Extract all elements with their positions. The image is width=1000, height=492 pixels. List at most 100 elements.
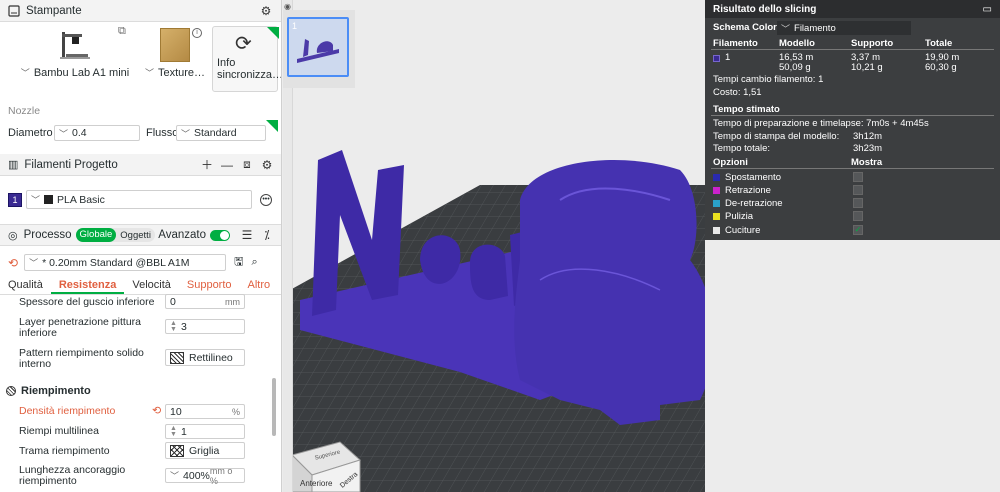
collapse-icon[interactable]: ▭ (983, 4, 992, 15)
printer-icon (8, 4, 20, 17)
print-time-value: 3h12m (853, 131, 883, 142)
filament-swatch (713, 55, 720, 62)
infill-pattern-select[interactable]: Griglia (165, 442, 245, 459)
density-label: Densità riempimento (19, 405, 116, 417)
sync-label-1: Info (217, 57, 236, 69)
info-icon[interactable]: i (192, 28, 202, 38)
grid-pattern-icon (170, 444, 184, 457)
model-figure (514, 160, 705, 425)
prep-time: Tempo di preparazione e timelapse: 7m0s … (713, 118, 929, 129)
compare-icon[interactable]: ⁒ (260, 228, 274, 242)
printer-row: ﹀ Bambu Lab A1 mini ⧉ ﹀ Texture… i ⟳ Info … (0, 22, 282, 132)
sync-filament-icon[interactable]: ⧈ (240, 157, 254, 172)
density-input[interactable]: 10% (165, 404, 245, 419)
filament-row: 1 ﹀ PLA Basic ••• (8, 190, 272, 209)
travel-checkbox[interactable] (853, 172, 863, 182)
process-title: Processo (23, 229, 72, 241)
retraction-checkbox[interactable] (853, 185, 863, 195)
search-icon[interactable]: ⌕ (251, 256, 257, 269)
total-time-value: 3h23m (853, 143, 883, 154)
time-title: Tempo stimato (713, 104, 780, 115)
rectilinear-pattern-icon (170, 351, 184, 364)
wipe-checkbox[interactable] (853, 211, 863, 221)
filament-changes: Tempi cambio filamento: 1 (713, 74, 824, 85)
list-icon[interactable]: ☰ (240, 228, 254, 242)
advanced-toggle[interactable] (210, 229, 230, 241)
global-objects-switch[interactable]: Globale Oggetti (75, 228, 155, 242)
3d-viewport[interactable]: Superiore Anteriore Destra (293, 0, 705, 492)
tab-speed[interactable]: Velocità (124, 277, 179, 294)
color-scheme-label: Schema Colore (713, 22, 783, 33)
seams-checkbox[interactable]: ✓ (853, 225, 863, 235)
more-options-icon[interactable]: ••• (260, 193, 272, 206)
tab-quality[interactable]: Qualità (0, 277, 51, 294)
textured-plate-icon (160, 28, 190, 62)
show-label: Mostra (851, 157, 883, 168)
add-icon[interactable]: ＋ (200, 158, 214, 172)
sync-corner-marker (267, 27, 279, 39)
tab-support[interactable]: Supporto (179, 277, 240, 294)
color-scheme-select[interactable]: ﹀ Filamento (777, 21, 911, 35)
col-model: Modello (779, 38, 815, 49)
options-label: Opzioni (713, 157, 748, 168)
paint-layers-stepper[interactable]: ▲ ▼ 3 (165, 319, 245, 334)
multiline-label: Riempi multilinea (19, 425, 99, 437)
printer-section-header: Stampante ⚙ (0, 0, 281, 22)
plate-card[interactable]: ﹀ Texture… i (142, 26, 208, 92)
process-profile-select[interactable]: ﹀ * 0.20mm Standard @BBL A1M (24, 254, 227, 271)
seams-swatch (713, 227, 720, 234)
advanced-label: Avanzato (158, 229, 206, 241)
filament-index-badge[interactable]: 1 (8, 192, 22, 207)
cube-front-label: Anteriore (300, 479, 333, 488)
filament-icon: ▥ (8, 159, 19, 171)
col-total: Totale (925, 38, 953, 49)
diameter-label: Diametro (8, 127, 53, 139)
total-time-label: Tempo totale: (713, 143, 771, 154)
gear-icon[interactable]: ⚙ (259, 4, 273, 18)
wipe-swatch (713, 213, 720, 220)
multiline-stepper[interactable]: ▲ ▼ 1 (165, 424, 245, 439)
reset-icon[interactable]: ⟲ (8, 256, 18, 270)
anchor-length-select[interactable]: ﹀ 400% mm o % (165, 466, 245, 486)
tab-other[interactable]: Altro (240, 277, 279, 294)
edit-icon[interactable]: ⧉ (118, 25, 126, 38)
sync-icon: ⟳ (235, 33, 252, 55)
filament-select[interactable]: ﹀ PLA Basic (26, 190, 252, 209)
objects-option[interactable]: Oggetti (116, 230, 155, 241)
process-section-header: ◎ Processo Globale Oggetti Avanzato ☰ ⁒ (0, 224, 281, 246)
model-letter-a (470, 244, 508, 300)
anchor-length-label: Lunghezza ancoraggio riempimento (19, 464, 126, 487)
paint-layers-label: Layer penetrazione pittura inferiore (19, 316, 141, 339)
print-time-label: Tempo di stampa del modello: (713, 131, 840, 142)
travel-swatch (713, 174, 720, 181)
remove-icon[interactable]: — (220, 158, 234, 172)
bottom-shell-input[interactable]: 0 mm (165, 294, 245, 309)
settings-scrollbar[interactable] (272, 378, 276, 436)
printer-section-title: Stampante (26, 4, 82, 17)
density-reset-icon[interactable]: ⟲ (152, 404, 161, 417)
diameter-select[interactable]: ﹀ 0.4 (54, 125, 140, 141)
model-weight: 50,09 g (779, 62, 811, 73)
pattern-label: Trama riempimento (19, 445, 110, 457)
plate-name: Texture… (157, 67, 206, 79)
flow-label: Flusso (146, 127, 179, 139)
support-weight: 10,21 g (851, 62, 883, 73)
printer-card[interactable]: ﹀ Bambu Lab A1 mini ⧉ (10, 25, 140, 92)
tab-strength[interactable]: Resistenza (50, 277, 125, 294)
solid-pattern-select[interactable]: Rettilineo (165, 349, 245, 366)
deretraction-checkbox[interactable] (853, 198, 863, 208)
filaments-section-header: ▥ Filamenti Progetto ＋ — ⧈ ⚙ (0, 154, 281, 176)
printer-model-icon (60, 32, 90, 59)
solid-pattern-label: Pattern riempimento solido interno (19, 347, 144, 370)
sync-label-2: sincronizza… (217, 69, 282, 81)
filament-settings-icon[interactable]: ⚙ (260, 158, 274, 172)
flow-select[interactable]: ﹀ Standard (176, 125, 266, 141)
process-tabs: Qualità Resistenza Velocità Supporto Alt… (0, 277, 281, 295)
global-option[interactable]: Globale (75, 228, 117, 242)
process-icon: ◎ (8, 229, 18, 242)
save-icon[interactable]: 🖫 (234, 253, 243, 272)
filament-id: 1 (725, 52, 731, 63)
cost: Costo: 1,51 (713, 87, 762, 98)
slicing-result-panel: Risultato dello slicing ▭ Schema Colore … (705, 0, 1000, 240)
left-settings-panel: Stampante ⚙ ﹀ Bambu Lab A1 mini ⧉ ﹀ Textur… (0, 0, 282, 492)
